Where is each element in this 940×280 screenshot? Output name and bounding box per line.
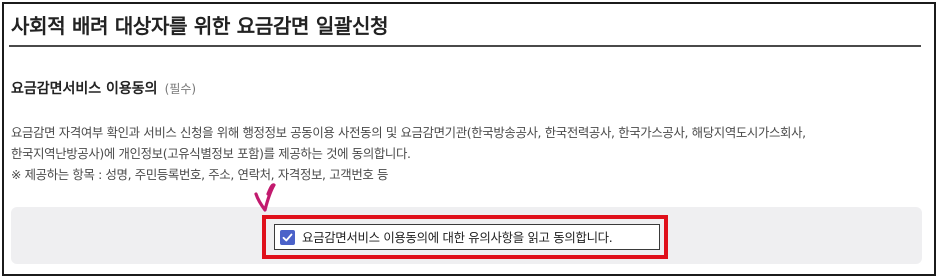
page-title: 사회적 배려 대상자를 위한 요금감면 일괄신청 bbox=[11, 14, 389, 38]
title-divider bbox=[9, 45, 921, 47]
handdrawn-check-mark-icon bbox=[254, 183, 276, 212]
consent-description-line: 한국지역난방공사)에 개인정보(고유식별정보 포함)를 제공하는 것에 동의합니… bbox=[11, 146, 411, 161]
consent-description: 요금감면 자격여부 확인과 서비스 신청을 위해 행정정보 공동이용 사전동의 … bbox=[11, 122, 916, 185]
agree-checkbox[interactable] bbox=[280, 229, 295, 245]
consent-section-title: 요금감면서비스 이용동의 bbox=[11, 81, 158, 97]
required-label: (필수) bbox=[164, 82, 197, 96]
checkmark-icon bbox=[282, 233, 293, 241]
consent-description-line: 요금감면 자격여부 확인과 서비스 신청을 위해 행정정보 공동이용 사전동의 … bbox=[11, 125, 806, 140]
agree-checkbox-row[interactable]: 요금감면서비스 이용동의에 대한 유의사항을 읽고 동의합니다. bbox=[274, 224, 660, 250]
consent-description-line: ※ 제공하는 항목 : 성명, 주민등록번호, 주소, 연락처, 자격정보, 고… bbox=[11, 167, 389, 182]
agree-checkbox-label[interactable]: 요금감면서비스 이용동의에 대한 유의사항을 읽고 동의합니다. bbox=[302, 228, 613, 246]
consent-section-header: 요금감면서비스 이용동의 (필수) bbox=[11, 78, 196, 98]
